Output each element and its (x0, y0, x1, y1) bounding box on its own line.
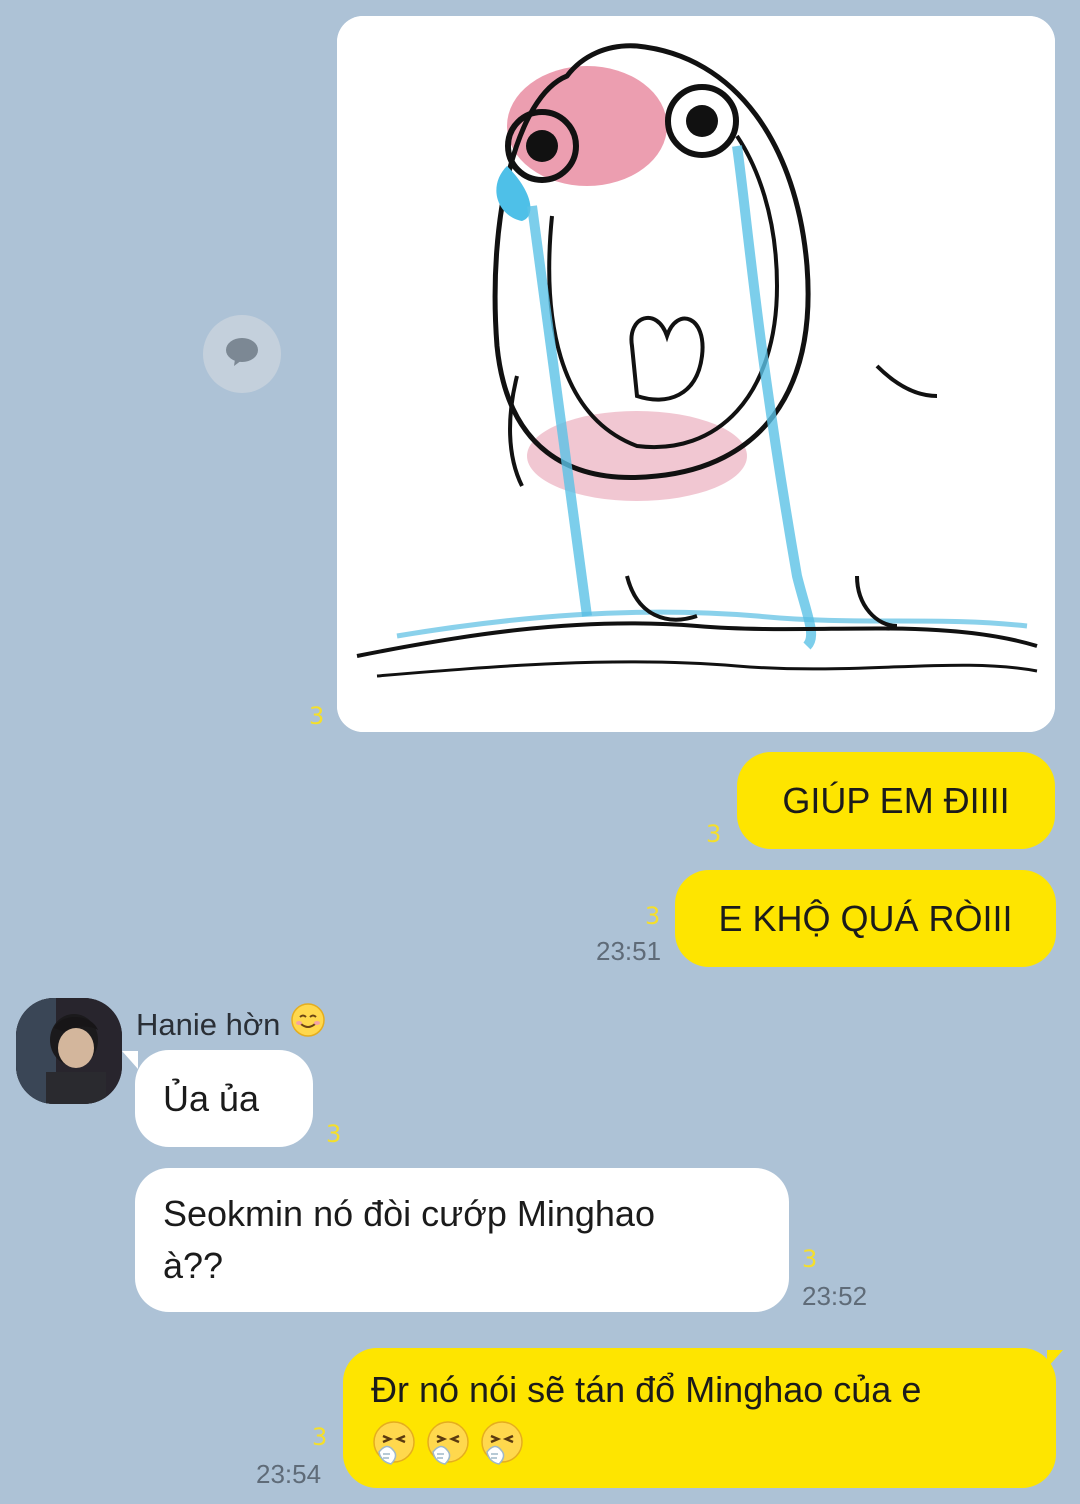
message-line: à?? (163, 1245, 224, 1286)
timestamp: 23:54 (256, 1459, 322, 1489)
avatar-photo (16, 998, 122, 1104)
unread-count: 3 (645, 902, 661, 930)
contact-name: Hanie hờn (136, 1002, 326, 1047)
outgoing-message-bubble[interactable]: GIÚP EM ĐIIII (737, 752, 1055, 849)
contact-avatar[interactable] (16, 998, 122, 1104)
message-text: E KHỘ QUÁ RÒIII (718, 897, 1013, 939)
emoji-row (371, 1420, 1028, 1480)
message-text: Đr nó nói sẽ tán đổ Minghao của e (371, 1369, 922, 1410)
incoming-message-bubble[interactable]: Seokmin nó đòi cướp Minghao à?? (135, 1168, 789, 1312)
sneezing-face-emoji (425, 1420, 471, 1480)
image-message[interactable] (337, 16, 1055, 732)
crying-doodle-image (337, 16, 1055, 732)
outgoing-message-bubble[interactable]: E KHỘ QUÁ RÒIII (675, 870, 1056, 967)
smiling-face-emoji (290, 1002, 326, 1047)
sneezing-face-emoji (479, 1420, 525, 1480)
share-button[interactable] (203, 315, 281, 393)
unread-count: 3 (326, 1120, 342, 1148)
unread-count: 3 (312, 1423, 328, 1451)
sneezing-face-emoji (371, 1420, 417, 1480)
outgoing-message-bubble[interactable]: Đr nó nói sẽ tán đổ Minghao của e (343, 1348, 1056, 1488)
message-text: Ủa ủa (163, 1077, 260, 1119)
speech-bubble-icon (225, 337, 259, 371)
message-text: GIÚP EM ĐIIII (782, 779, 1010, 821)
timestamp: 23:52 (802, 1281, 868, 1311)
timestamp: 23:51 (596, 936, 662, 966)
unread-count: 3 (309, 702, 325, 730)
bubble-tail (122, 1051, 138, 1069)
unread-count: 3 (706, 820, 722, 848)
incoming-message-bubble[interactable]: Ủa ủa (135, 1050, 313, 1147)
message-line: Seokmin nó đòi cướp Minghao (163, 1193, 655, 1234)
unread-count: 3 (802, 1245, 818, 1273)
